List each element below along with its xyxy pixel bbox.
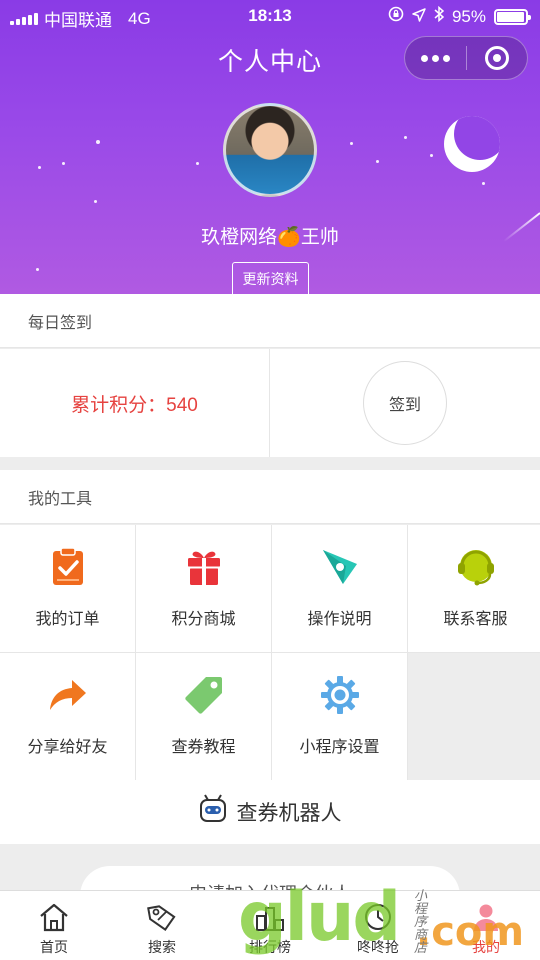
tool-label: 积分商城 — [171, 611, 236, 628]
share-arrow-icon — [46, 673, 90, 717]
tool-instructions[interactable]: 操作说明 — [272, 525, 407, 652]
coupon-robot-label: 查券机器人 — [236, 802, 342, 825]
tool-my-orders[interactable]: 我的订单 — [0, 525, 135, 652]
tab-flash-sale[interactable]: 咚咚抢 — [324, 891, 432, 960]
checkin-button-wrap: 签到 — [270, 349, 540, 457]
tool-share[interactable]: 分享给好友 — [0, 653, 135, 780]
tool-label: 我的订单 — [35, 611, 100, 628]
battery-percent: 95% — [451, 6, 486, 26]
tool-label: 分享给好友 — [27, 739, 108, 756]
miniprogram-capsule — [404, 36, 528, 80]
star-decoration — [376, 160, 379, 163]
tab-search[interactable]: 搜索 — [108, 891, 216, 960]
star-decoration — [350, 142, 353, 145]
star-decoration — [482, 182, 485, 185]
tab-mine[interactable]: 我的 — [432, 891, 540, 960]
gear-icon — [318, 673, 362, 717]
tab-label: 咚咚抢 — [357, 939, 399, 955]
total-points: 累计积分：540 — [0, 349, 270, 457]
tool-label: 操作说明 — [307, 611, 372, 628]
home-icon — [37, 901, 71, 933]
tab-bar: 首页 搜索 排行榜 咚咚抢 我的 — [0, 890, 540, 960]
user-name: 玖橙网络🍊王帅 — [201, 227, 339, 248]
tag-icon — [182, 673, 226, 717]
star-decoration — [38, 166, 41, 169]
checkin-panel: 累计积分：540 签到 — [0, 349, 540, 457]
star-decoration — [430, 154, 433, 157]
bluetooth-icon — [434, 5, 445, 27]
clock-icon — [361, 901, 395, 933]
gift-icon — [182, 545, 226, 589]
tool-empty-slot — [408, 653, 540, 780]
tag-search-icon — [145, 901, 179, 933]
moon-icon — [444, 116, 500, 172]
profile-header: 中国联通 4G 18:13 95% 个人中心 玖橙网络🍊王帅 更新资料 — [0, 0, 540, 294]
star-decoration — [96, 140, 100, 144]
star-decoration — [94, 200, 97, 203]
tab-home[interactable]: 首页 — [0, 891, 108, 960]
target-icon — [484, 46, 509, 70]
checkin-section-title: 每日签到 — [0, 294, 540, 348]
tab-ranking[interactable]: 排行榜 — [216, 891, 324, 960]
more-menu-button[interactable] — [405, 54, 466, 62]
star-decoration — [404, 136, 407, 139]
compass-icon — [318, 545, 362, 589]
coupon-robot-bar[interactable]: 查券机器人 — [0, 780, 540, 844]
battery-icon — [494, 8, 531, 25]
headset-icon — [454, 545, 498, 589]
tab-label: 搜索 — [148, 939, 176, 955]
tool-coupon-tutorial[interactable]: 查券教程 — [136, 653, 271, 780]
tab-label: 排行榜 — [249, 939, 291, 955]
location-icon — [412, 7, 426, 27]
tab-label: 首页 — [40, 939, 68, 955]
tools-section-title: 我的工具 — [0, 470, 540, 524]
rank-icon — [253, 901, 287, 933]
star-decoration — [196, 162, 199, 165]
avatar[interactable] — [223, 103, 317, 197]
orientation-lock-icon — [388, 6, 404, 27]
tool-settings[interactable]: 小程序设置 — [272, 653, 407, 780]
checkin-button[interactable]: 签到 — [363, 361, 447, 445]
status-bar: 中国联通 4G 18:13 95% — [0, 0, 540, 32]
star-decoration — [62, 162, 65, 165]
robot-icon — [199, 794, 227, 830]
user-icon — [469, 901, 503, 933]
status-right: 95% — [388, 5, 531, 27]
clipboard-check-icon — [46, 545, 90, 589]
tool-label: 联系客服 — [443, 611, 508, 628]
tool-label: 查券教程 — [171, 739, 236, 756]
star-decoration — [36, 268, 39, 271]
update-profile-button[interactable]: 更新资料 — [232, 262, 309, 294]
tool-points-mall[interactable]: 积分商城 — [136, 525, 271, 652]
tool-label: 小程序设置 — [299, 739, 380, 756]
tool-customer-service[interactable]: 联系客服 — [408, 525, 540, 652]
tab-label: 我的 — [472, 939, 500, 955]
close-miniprogram-button[interactable] — [466, 46, 527, 70]
tools-grid: 我的订单 积分商城 操作说明 联系客服 分享给好友 查券教程 小程序设置 — [0, 525, 540, 780]
